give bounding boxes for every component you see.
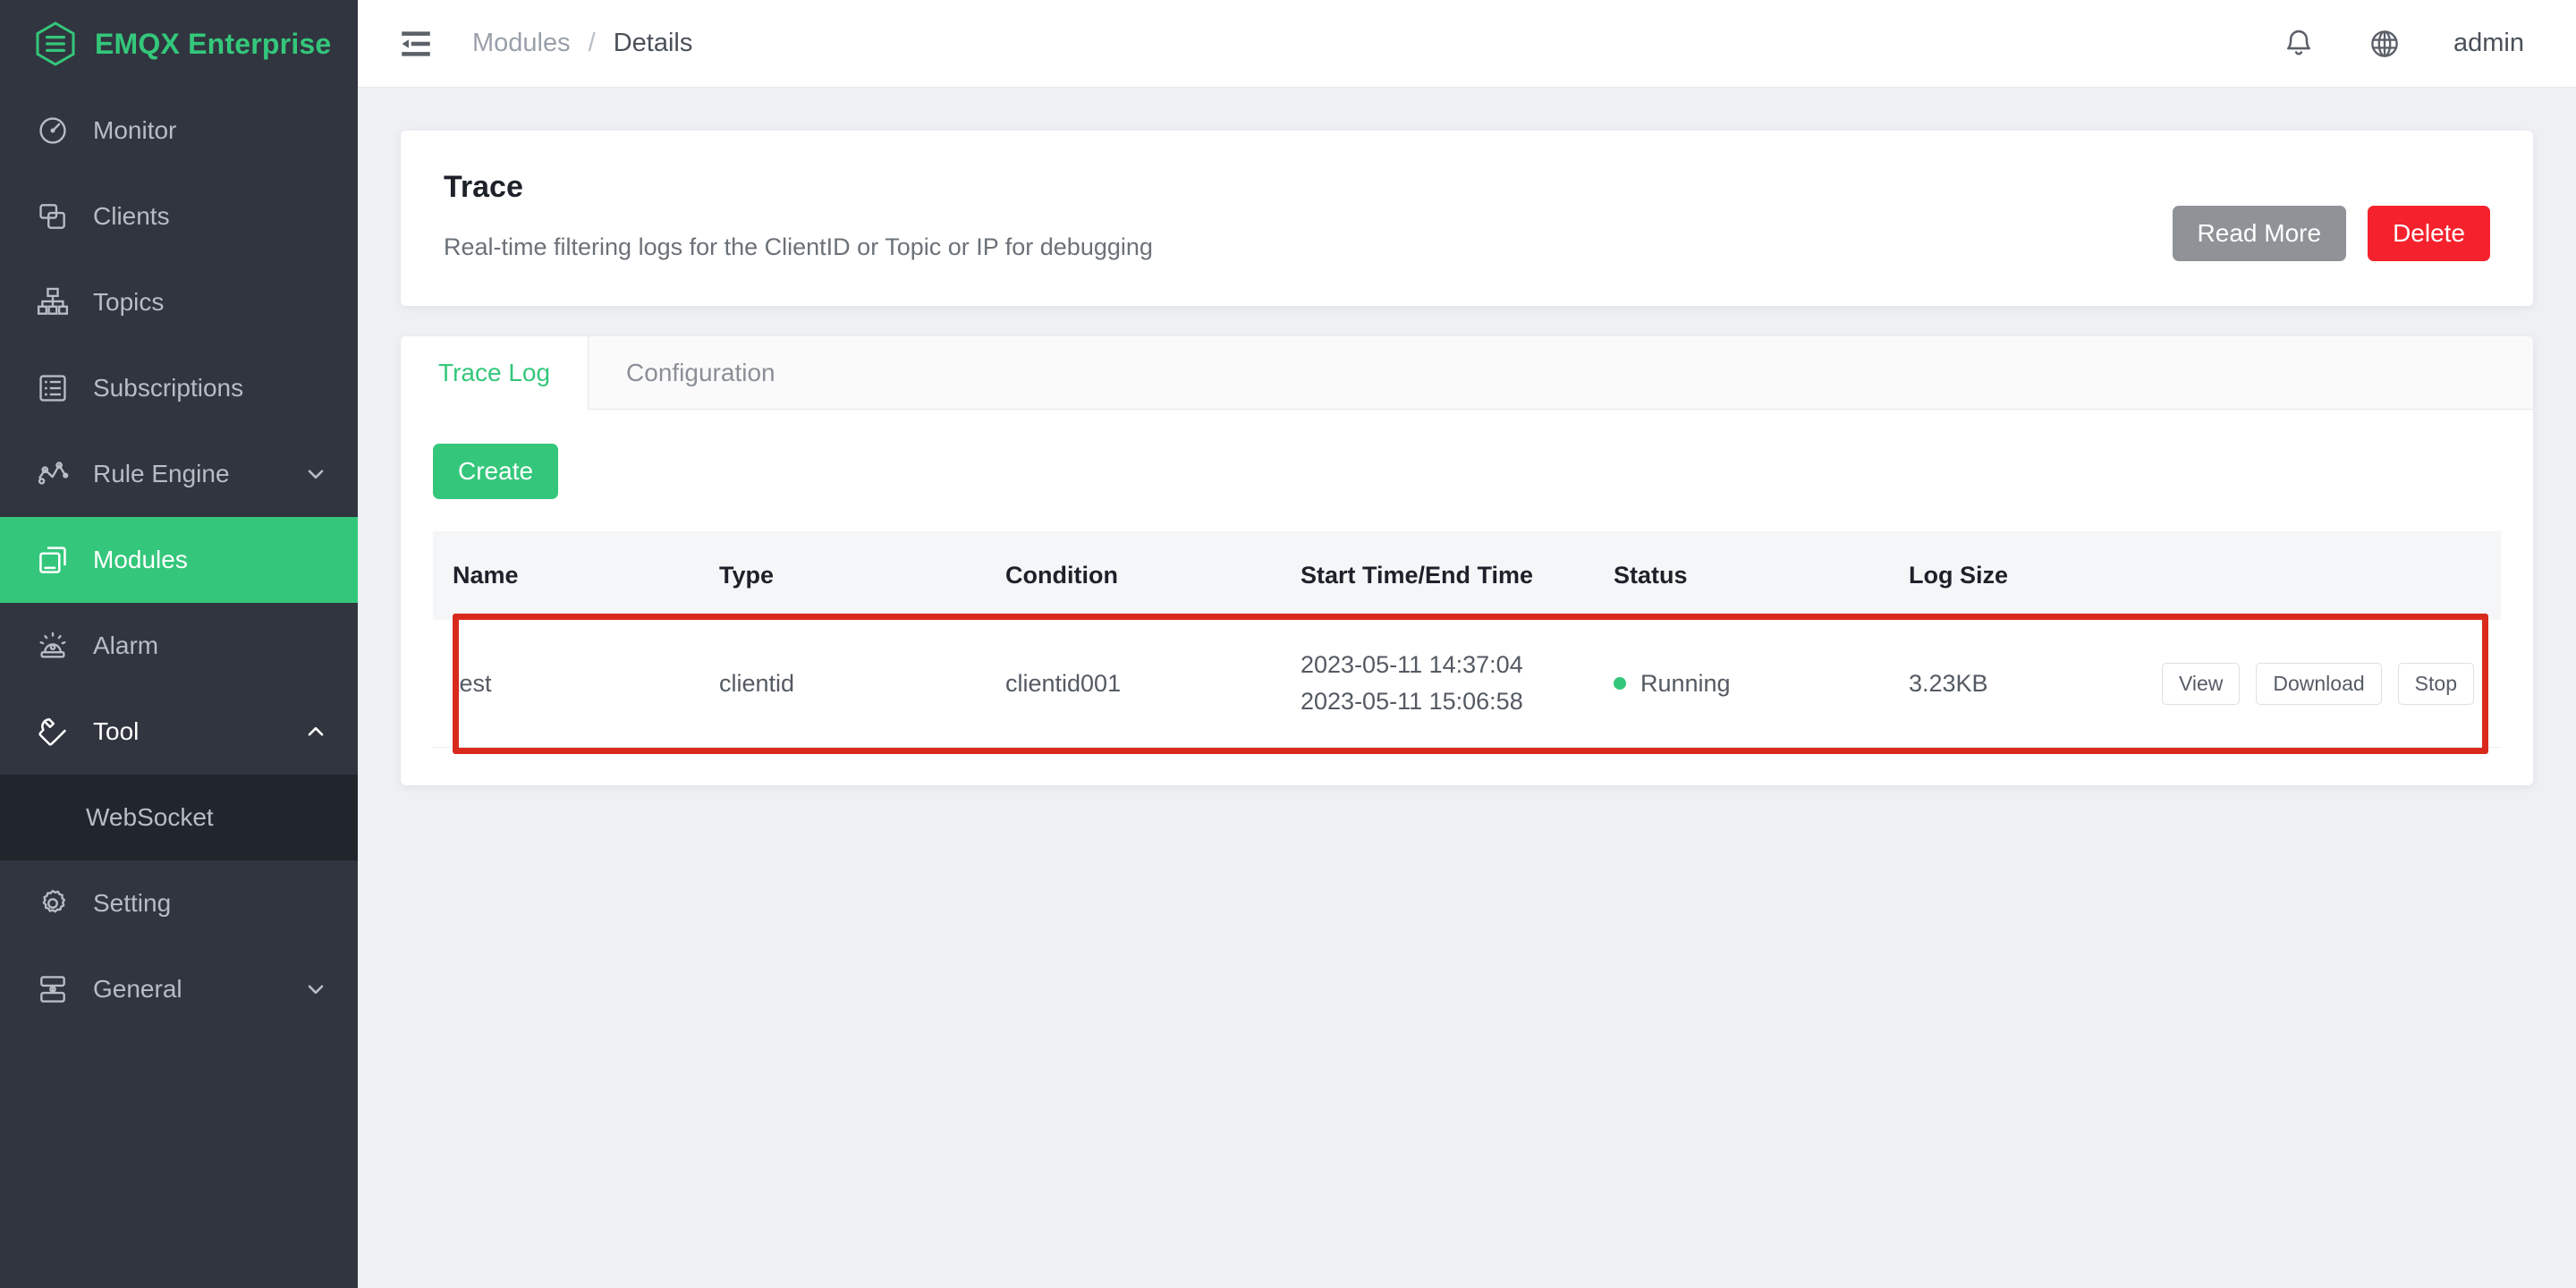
page-title: Trace [444,170,523,204]
sidebar-subitem-label: WebSocket [86,803,214,831]
chevron-down-icon[interactable] [304,978,327,1001]
sidebar-item-modules[interactable]: Modules [0,517,358,603]
view-button[interactable]: View [2161,662,2241,705]
sidebar-item-topics[interactable]: Topics [0,259,358,345]
tab-bar: Trace Log Configuration [401,336,2533,410]
collapse-sidebar-icon[interactable] [397,25,435,63]
cell-type: clientid [719,620,1005,749]
status-badge: Running [1614,670,1909,698]
trace-log-table: Name Type Condition Start Time/End Time … [433,531,2501,749]
end-time: 2023-05-11 15:06:58 [1301,688,1523,716]
trace-card-actions: Read More Delete [2172,206,2490,261]
table-row[interactable]: test clientid clientid001 2023-05-11 14:… [433,620,2501,749]
page-content: Trace Real-time filtering logs for the C… [358,88,2576,1288]
column-header-condition: Condition [1005,531,1301,620]
cell-name: test [433,620,719,749]
sidebar-nav: Monitor Clients Topics Subscriptions Rul… [0,88,358,1032]
column-header-name: Name [433,531,719,620]
gauge-icon [36,114,70,148]
sidebar-item-setting[interactable]: Setting [0,860,358,946]
trace-log-card: Trace Log Configuration Create Name Type [401,336,2533,786]
create-button[interactable]: Create [433,444,559,499]
tab-configuration[interactable]: Configuration [589,336,813,410]
sidebar-item-label: Topics [93,288,165,316]
breadcrumb-current: Details [613,29,693,57]
start-time: 2023-05-11 14:37:04 [1301,651,1523,678]
cell-actions: View Download Stop [2161,620,2501,749]
sidebar-item-label: General [93,975,182,1003]
sidebar-item-label: Modules [93,546,188,573]
read-more-button[interactable]: Read More [2172,206,2347,261]
sidebar-item-label: Tool [93,717,140,745]
breadcrumb-separator: / [588,29,596,57]
sidebar-item-tool[interactable]: Tool [0,689,358,775]
sidebar-item-monitor[interactable]: Monitor [0,88,358,174]
download-button[interactable]: Download [2256,662,2382,705]
trace-log-body: Create Name Type Condition Start Time/En… [401,410,2533,754]
rule-engine-icon [36,457,70,491]
modules-icon [36,543,70,577]
column-header-log-size: Log Size [1909,531,2284,620]
breadcrumb: Modules / Details [472,29,692,58]
sidebar: EMQX Enterprise Monitor Clients Topics S… [0,0,358,1288]
chevron-up-icon[interactable] [304,720,327,743]
column-header-status: Status [1614,531,1909,620]
status-dot-icon [1614,677,1626,691]
alarm-icon [36,629,70,663]
cell-time: 2023-05-11 14:37:04 2023-05-11 15:06:58 [1301,620,1614,749]
trace-card: Trace Real-time filtering logs for the C… [401,131,2533,306]
brand[interactable]: EMQX Enterprise [0,0,358,88]
chevron-down-icon[interactable] [304,462,327,486]
sidebar-item-subscriptions[interactable]: Subscriptions [0,345,358,431]
globe-icon[interactable] [2368,27,2402,61]
clients-icon [36,199,70,233]
subscriptions-icon [36,371,70,405]
sidebar-item-websocket[interactable]: WebSocket [0,787,358,848]
general-icon [36,972,70,1006]
bell-icon[interactable] [2282,27,2316,61]
column-header-type: Type [719,531,1005,620]
delete-button[interactable]: Delete [2368,206,2490,261]
sidebar-item-general[interactable]: General [0,946,358,1032]
topbar-right: admin [2282,27,2524,61]
top-bar: Modules / Details admin [358,0,2576,88]
table-header-row: Name Type Condition Start Time/End Time … [433,531,2501,620]
stop-button[interactable]: Stop [2397,662,2474,705]
column-header-actions [2284,531,2501,620]
row-action-group: View Download Stop [2161,662,2501,705]
sidebar-item-label: Clients [93,202,170,230]
cell-condition: clientid001 [1005,620,1301,749]
sidebar-item-label: Rule Engine [93,460,230,487]
sidebar-item-label: Setting [93,889,172,917]
app-root: EMQX Enterprise Monitor Clients Topics S… [0,0,2576,1288]
gear-icon [36,886,70,920]
sidebar-item-label: Subscriptions [93,374,244,402]
column-header-time: Start Time/End Time [1301,531,1614,620]
tab-trace-log[interactable]: Trace Log [401,336,589,410]
table-head: Name Type Condition Start Time/End Time … [433,531,2501,620]
user-menu[interactable]: admin [2453,29,2524,58]
brand-name: EMQX Enterprise [95,27,332,60]
sidebar-item-clients[interactable]: Clients [0,174,358,259]
cell-status: Running [1614,620,1909,749]
status-label: Running [1640,669,1731,697]
topics-tree-icon [36,285,70,319]
wrench-icon [36,715,70,749]
tab-filler [813,336,2533,409]
sidebar-item-alarm[interactable]: Alarm [0,603,358,689]
sidebar-item-label: Alarm [93,631,159,659]
sidebar-item-label: Monitor [93,116,177,144]
table-body: test clientid clientid001 2023-05-11 14:… [433,620,2501,749]
sidebar-submenu-tool: WebSocket [0,775,358,860]
main-area: Modules / Details admin Trace Real-time … [358,0,2576,1288]
sidebar-item-rule-engine[interactable]: Rule Engine [0,431,358,517]
emqx-hexagon-logo-icon [32,21,79,67]
table-wrapper: Name Type Condition Start Time/End Time … [433,531,2501,754]
breadcrumb-parent[interactable]: Modules [472,29,571,58]
